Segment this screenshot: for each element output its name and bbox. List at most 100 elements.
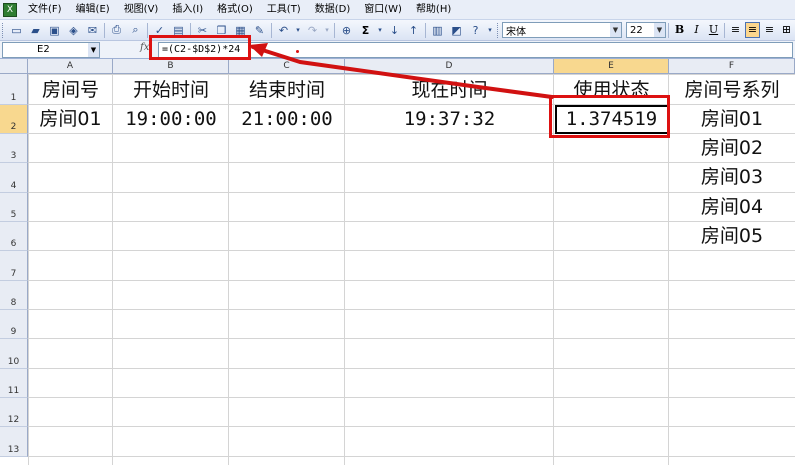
row-lines — [28, 338, 795, 339]
toolbar-separator — [724, 22, 725, 38]
chevron-down-icon[interactable]: ▼ — [654, 23, 665, 37]
insert-function-icon[interactable]: fx — [140, 42, 149, 53]
formula-highlight-box — [149, 35, 251, 60]
open-folder-icon[interactable]: ▰ — [27, 22, 44, 39]
autosum-icon[interactable]: Σ — [357, 22, 374, 39]
chart-wizard-icon[interactable]: ▥ — [429, 22, 446, 39]
cell-c2[interactable]: 21:00:00 — [229, 105, 345, 133]
name-box-value: E2 — [37, 44, 50, 55]
row-lines — [28, 456, 795, 457]
cell-b1[interactable]: 开始时间 — [113, 76, 229, 104]
cell-f5[interactable]: 房间04 — [669, 193, 795, 221]
row-header-10[interactable]: 10 — [0, 339, 28, 369]
toolbar-separator — [271, 22, 272, 38]
sort-ascending-icon[interactable]: ↓ — [386, 22, 403, 39]
toolbar-options-icon[interactable]: ▾ — [486, 22, 494, 39]
toolbar: ▭ ▰ ▣ ◈ ✉ ⎙ ⌕ ✓ ▤ ✂ ❐ ▦ ✎ ↶ ▾ ↷ ▾ ⊕ Σ ▾ … — [0, 20, 795, 41]
print-preview-icon[interactable]: ⌕ — [127, 22, 144, 39]
cell-f1[interactable]: 房间号系列 — [669, 76, 795, 104]
autosum-dropdown-icon[interactable]: ▾ — [376, 22, 384, 39]
toolbar-separator — [334, 22, 335, 38]
annotation-dot — [296, 50, 299, 53]
drawing-icon[interactable]: ◩ — [448, 22, 465, 39]
bold-button[interactable]: B — [672, 22, 687, 38]
name-box[interactable]: E2 ▼ — [2, 42, 100, 58]
column-header-e[interactable]: E — [554, 59, 669, 74]
menu-file[interactable]: 文件(F) — [21, 0, 69, 20]
toolbar-separator — [425, 22, 426, 38]
cell-f6[interactable]: 房间05 — [669, 222, 795, 250]
column-header-f[interactable]: F — [669, 59, 795, 74]
align-left-icon[interactable]: ≡ — [728, 22, 743, 38]
cell-d1[interactable]: 现在时间 — [345, 76, 554, 104]
column-header-d[interactable]: D — [345, 59, 554, 74]
column-header-a[interactable]: A — [28, 59, 113, 74]
formula-bar: E2 ▼ fx =(C2-$D$2)*24 — [0, 41, 795, 59]
cell-a2[interactable]: 房间01 — [28, 105, 113, 133]
toolbar-grip[interactable] — [2, 22, 5, 38]
menu-tools[interactable]: 工具(T) — [260, 0, 308, 20]
row-header-8[interactable]: 8 — [0, 281, 28, 310]
undo-icon[interactable]: ↶ — [275, 22, 292, 39]
select-all-corner[interactable] — [0, 59, 28, 74]
row-header-3[interactable]: 3 — [0, 134, 28, 163]
row-header-13[interactable]: 13 — [0, 427, 28, 457]
row-header-9[interactable]: 9 — [0, 310, 28, 339]
sort-descending-icon[interactable]: ↑ — [405, 22, 422, 39]
cell-f2[interactable]: 房间01 — [669, 105, 795, 133]
row-lines — [28, 397, 795, 398]
new-file-icon[interactable]: ▭ — [8, 22, 25, 39]
menu-data[interactable]: 数据(D) — [308, 0, 358, 20]
row-header-7[interactable]: 7 — [0, 251, 28, 281]
menu-window[interactable]: 窗口(W) — [357, 0, 409, 20]
cell-a1[interactable]: 房间号 — [28, 76, 113, 104]
menu-edit[interactable]: 编辑(E) — [69, 0, 117, 20]
cell-highlight-box — [549, 95, 670, 138]
chevron-down-icon[interactable]: ▼ — [610, 23, 621, 37]
row-header-12[interactable]: 12 — [0, 398, 28, 427]
email-icon[interactable]: ✉ — [84, 22, 101, 39]
row-header-11[interactable]: 11 — [0, 369, 28, 398]
chevron-down-icon[interactable]: ▼ — [88, 43, 99, 57]
row-lines — [28, 426, 795, 427]
align-center-icon[interactable]: ≡ — [745, 22, 760, 38]
font-size-select[interactable]: 22 ▼ — [626, 22, 666, 38]
font-size-value: 22 — [630, 24, 643, 36]
align-right-icon[interactable]: ≡ — [762, 22, 777, 38]
print-icon[interactable]: ⎙ — [108, 22, 125, 39]
row-header-2[interactable]: 2 — [0, 105, 28, 134]
row-header-1[interactable]: 1 — [0, 74, 28, 105]
merge-center-icon[interactable]: ⊞ — [779, 22, 794, 38]
menu-format[interactable]: 格式(O) — [210, 0, 260, 20]
toolbar-grip[interactable] — [497, 22, 500, 38]
column-header-c[interactable]: C — [229, 59, 345, 74]
menu-insert[interactable]: 插入(I) — [165, 0, 210, 20]
menu-help[interactable]: 帮助(H) — [409, 0, 458, 20]
menu-view[interactable]: 视图(V) — [117, 0, 166, 20]
row-header-4[interactable]: 4 — [0, 163, 28, 193]
redo-dropdown-icon[interactable]: ▾ — [323, 22, 331, 39]
cell-f3[interactable]: 房间02 — [669, 134, 795, 162]
row-header-6[interactable]: 6 — [0, 222, 28, 251]
column-header-b[interactable]: B — [113, 59, 229, 74]
font-name-select[interactable]: 宋体 ▼ — [502, 22, 622, 38]
cell-d2[interactable]: 19:37:32 — [345, 105, 554, 133]
redo-icon[interactable]: ↷ — [304, 22, 321, 39]
cell-b2[interactable]: 19:00:00 — [113, 105, 229, 133]
undo-dropdown-icon[interactable]: ▾ — [294, 22, 302, 39]
font-name-value: 宋体 — [506, 26, 526, 38]
formula-input[interactable]: =(C2-$D$2)*24 — [158, 42, 793, 58]
hyperlink-icon[interactable]: ⊕ — [338, 22, 355, 39]
excel-app-icon[interactable]: X — [3, 2, 17, 17]
underline-button[interactable]: U — [706, 22, 721, 38]
cell-f4[interactable]: 房间03 — [669, 163, 795, 191]
italic-button[interactable]: I — [689, 22, 704, 38]
permission-icon[interactable]: ◈ — [65, 22, 82, 39]
toolbar-separator — [147, 22, 148, 38]
format-painter-icon[interactable]: ✎ — [251, 22, 268, 39]
save-icon[interactable]: ▣ — [46, 22, 63, 39]
toolbar-separator — [668, 22, 669, 38]
help-icon[interactable]: ? — [467, 22, 484, 39]
row-header-5[interactable]: 5 — [0, 193, 28, 222]
cell-c1[interactable]: 结束时间 — [229, 76, 345, 104]
